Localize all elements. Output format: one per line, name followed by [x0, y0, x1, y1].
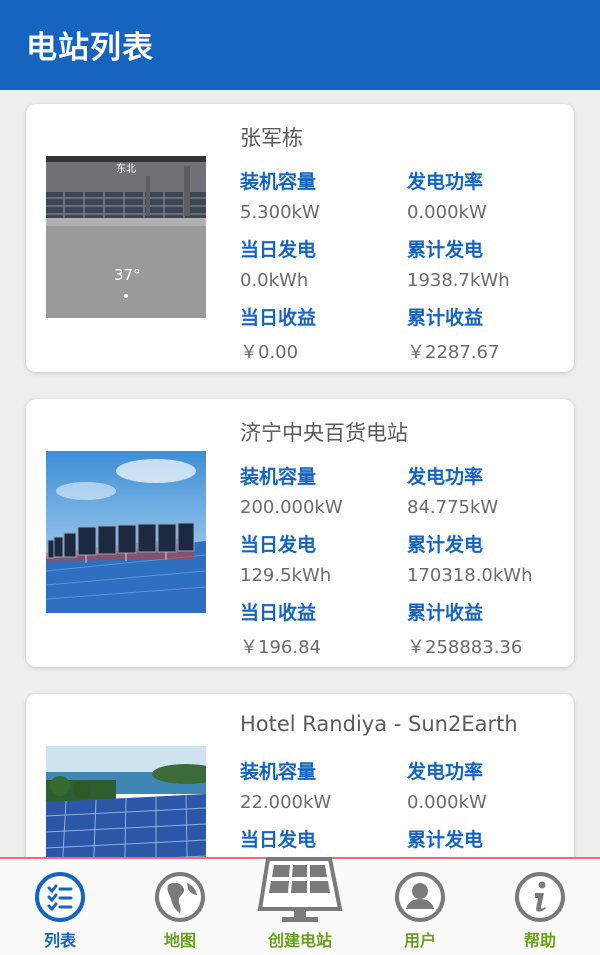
tab-create-station[interactable]: 创建电站	[240, 857, 360, 955]
capacity-value: 22.000kW	[240, 792, 332, 813]
total-income-label: 累计收益	[407, 307, 484, 329]
power-label: 发电功率	[407, 761, 484, 783]
tab-map-label: 地图	[163, 931, 196, 950]
bottom-tab-bar: 列表 地图 创建电站 用户 帮助	[0, 857, 600, 955]
day-income-value: ￥196.84	[240, 637, 321, 658]
tab-user-label: 用户	[403, 931, 436, 950]
capacity-label: 装机容量	[240, 171, 317, 193]
power-value: 0.000kW	[407, 792, 487, 813]
total-income-label: 累计收益	[407, 602, 484, 624]
day-generation-value: 129.5kWh	[240, 565, 332, 586]
station-photo	[46, 451, 206, 613]
day-generation-value: 0.0kWh	[240, 270, 309, 291]
station-name: Hotel Randiya - Sun2Earth	[240, 712, 518, 736]
day-income-label: 当日收益	[240, 307, 317, 329]
day-generation-label: 当日发电	[240, 534, 317, 556]
power-value: 0.000kW	[407, 202, 487, 223]
photo-direction-text: 东北	[116, 162, 136, 175]
info-icon	[514, 871, 566, 923]
photo-temp-text: 37°	[114, 266, 141, 284]
app-bar: 电站列表	[0, 0, 600, 90]
tab-create-station-label: 创建电站	[267, 931, 332, 950]
total-generation-label: 累计发电	[407, 534, 484, 556]
station-card[interactable]: 济宁中央百货电站 装机容量 发电功率 200.000kW 84.775kW 当日…	[26, 399, 574, 667]
power-value: 84.775kW	[407, 497, 499, 518]
user-icon	[394, 871, 446, 923]
tab-help[interactable]: 帮助	[480, 859, 600, 955]
station-list[interactable]: 东北 37° 张军栋 装机容量 发电功率 5.300kW 0.000kW 当日发…	[0, 90, 600, 857]
station-name: 济宁中央百货电站	[240, 421, 408, 445]
tab-map[interactable]: 地图	[120, 859, 240, 955]
capacity-label: 装机容量	[240, 761, 317, 783]
day-generation-label: 当日发电	[240, 239, 317, 261]
total-generation-value: 170318.0kWh	[407, 565, 533, 586]
list-icon	[34, 871, 86, 923]
power-label: 发电功率	[407, 466, 484, 488]
tab-list-label: 列表	[43, 931, 76, 950]
page-title: 电站列表	[26, 30, 154, 66]
capacity-label: 装机容量	[240, 466, 317, 488]
total-income-value: ￥258883.36	[407, 637, 523, 658]
total-income-value: ￥2287.67	[407, 342, 500, 363]
day-generation-label: 当日发电	[240, 829, 317, 851]
day-income-label: 当日收益	[240, 602, 317, 624]
tab-user[interactable]: 用户	[360, 859, 480, 955]
station-card[interactable]: Hotel Randiya - Sun2Earth 装机容量 发电功率 22.0…	[26, 694, 574, 857]
capacity-value: 200.000kW	[240, 497, 343, 518]
capacity-value: 5.300kW	[240, 202, 320, 223]
total-generation-label: 累计发电	[407, 239, 484, 261]
globe-icon	[154, 871, 206, 923]
total-generation-value: 1938.7kWh	[407, 270, 510, 291]
station-photo	[46, 746, 206, 857]
station-card[interactable]: 东北 37° 张军栋 装机容量 发电功率 5.300kW 0.000kW 当日发…	[26, 104, 574, 372]
day-income-value: ￥0.00	[240, 342, 299, 363]
total-generation-label: 累计发电	[407, 829, 484, 851]
tab-list[interactable]: 列表	[0, 859, 120, 955]
tab-help-label: 帮助	[523, 931, 556, 950]
station-name: 张军栋	[240, 126, 303, 150]
power-label: 发电功率	[407, 171, 484, 193]
station-photo: 东北 37°	[46, 156, 206, 318]
solar-panel-icon	[254, 853, 346, 925]
